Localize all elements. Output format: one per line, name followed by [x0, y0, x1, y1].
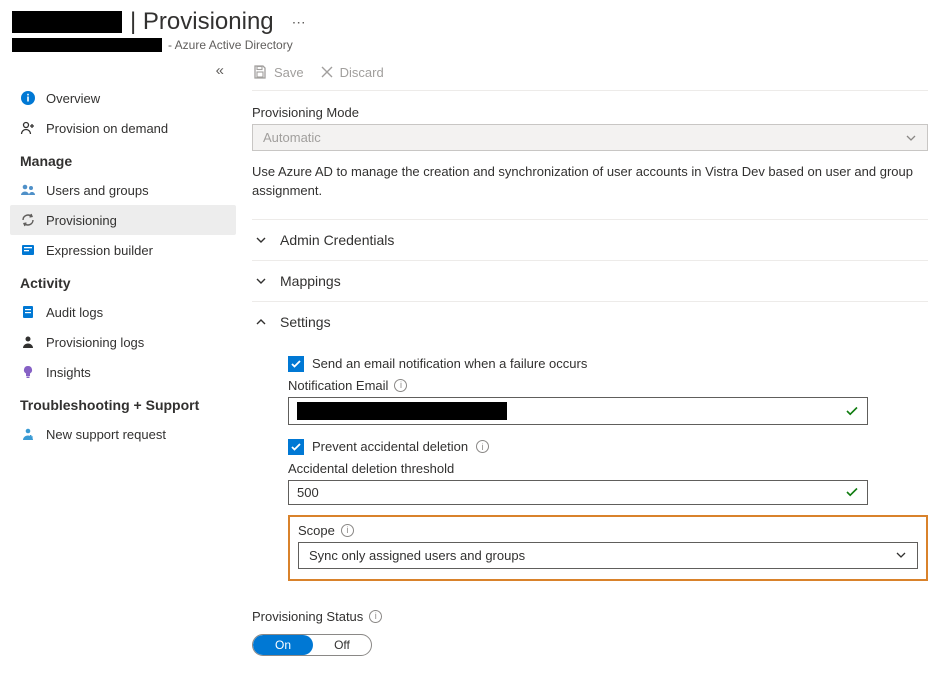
- chevron-down-icon: [254, 275, 268, 287]
- info-icon[interactable]: i: [341, 524, 354, 537]
- sidebar-item-insights[interactable]: Insights: [10, 357, 236, 387]
- insights-icon: [20, 364, 36, 380]
- info-icon: [20, 90, 36, 106]
- provisioning-mode-label: Provisioning Mode: [252, 105, 928, 120]
- sidebar-heading-activity: Activity: [10, 265, 236, 297]
- sidebar-item-provisioning-logs[interactable]: Provisioning logs: [10, 327, 236, 357]
- sidebar-item-audit-logs[interactable]: Audit logs: [10, 297, 236, 327]
- settings-body: Send an email notification when a failur…: [252, 342, 928, 593]
- discard-label: Discard: [340, 65, 384, 80]
- main-content: Save Discard Provisioning Mode Automatic…: [240, 58, 940, 676]
- sidebar: « Overview Provision on demand Manage Us…: [0, 58, 240, 676]
- info-icon[interactable]: i: [394, 379, 407, 392]
- sidebar-item-label: Audit logs: [46, 305, 103, 320]
- section-title: Settings: [280, 314, 331, 330]
- scope-value: Sync only assigned users and groups: [309, 548, 525, 563]
- chevron-down-icon: [895, 549, 907, 561]
- audit-icon: [20, 304, 36, 320]
- section-title: Mappings: [280, 273, 341, 289]
- chevron-up-icon: [254, 316, 268, 328]
- section-admin-credentials[interactable]: Admin Credentials: [252, 219, 928, 260]
- breadcrumb: - Azure Active Directory: [168, 38, 293, 52]
- scope-label: Scope: [298, 523, 335, 538]
- threshold-value: 500: [297, 485, 319, 500]
- page-title: | Provisioning: [130, 8, 274, 36]
- sidebar-item-label: Provisioning: [46, 213, 117, 228]
- provisioning-status-label: Provisioning Status: [252, 609, 363, 624]
- chevron-down-icon: [254, 234, 268, 246]
- log-icon: [20, 334, 36, 350]
- sidebar-heading-manage: Manage: [10, 143, 236, 175]
- redacted-tenant-name: [12, 38, 162, 52]
- threshold-input[interactable]: 500: [288, 480, 868, 505]
- sidebar-item-provisioning[interactable]: Provisioning: [10, 205, 236, 235]
- sidebar-item-new-support-request[interactable]: New support request: [10, 419, 236, 449]
- info-icon[interactable]: i: [369, 610, 382, 623]
- section-settings[interactable]: Settings: [252, 301, 928, 342]
- close-icon: [320, 65, 334, 79]
- section-title: Admin Credentials: [280, 232, 394, 248]
- support-icon: [20, 426, 36, 442]
- redacted-email-value: [297, 402, 507, 420]
- provisioning-status-toggle[interactable]: On Off: [252, 634, 372, 656]
- sidebar-item-label: New support request: [46, 427, 166, 442]
- scope-highlight: Scope i Sync only assigned users and gro…: [288, 515, 928, 581]
- sidebar-item-expression-builder[interactable]: Expression builder: [10, 235, 236, 265]
- prevent-delete-label: Prevent accidental deletion: [312, 439, 468, 454]
- section-mappings[interactable]: Mappings: [252, 260, 928, 301]
- provisioning-mode-select[interactable]: Automatic: [252, 124, 928, 151]
- person-plus-icon: [20, 120, 36, 136]
- sidebar-item-provision-on-demand[interactable]: Provision on demand: [10, 113, 236, 143]
- sidebar-item-label: Users and groups: [46, 183, 149, 198]
- sidebar-item-label: Provisioning logs: [46, 335, 144, 350]
- scope-select[interactable]: Sync only assigned users and groups: [298, 542, 918, 569]
- sync-icon: [20, 212, 36, 228]
- sidebar-heading-troubleshoot: Troubleshooting + Support: [10, 387, 236, 419]
- builder-icon: [20, 242, 36, 258]
- save-icon: [252, 64, 268, 80]
- send-email-label: Send an email notification when a failur…: [312, 356, 587, 371]
- more-actions-icon[interactable]: ⋯: [292, 14, 306, 31]
- prevent-delete-checkbox[interactable]: [288, 439, 304, 455]
- send-email-checkbox[interactable]: [288, 356, 304, 372]
- collapse-sidebar-icon[interactable]: «: [10, 62, 236, 83]
- chevron-down-icon: [905, 132, 917, 144]
- redacted-app-name: [12, 11, 122, 33]
- sidebar-item-label: Insights: [46, 365, 91, 380]
- sidebar-item-label: Provision on demand: [46, 121, 168, 136]
- toggle-on: On: [253, 635, 313, 655]
- discard-button[interactable]: Discard: [320, 65, 384, 80]
- sidebar-item-overview[interactable]: Overview: [10, 83, 236, 113]
- sidebar-item-label: Overview: [46, 91, 100, 106]
- users-icon: [20, 182, 36, 198]
- toolbar: Save Discard: [252, 58, 928, 91]
- threshold-label: Accidental deletion threshold: [288, 461, 454, 476]
- notification-email-label: Notification Email: [288, 378, 388, 393]
- notification-email-input[interactable]: [288, 397, 868, 425]
- valid-check-icon: [845, 404, 859, 418]
- toggle-off: Off: [313, 635, 371, 655]
- select-value: Automatic: [263, 130, 321, 145]
- info-icon[interactable]: i: [476, 440, 489, 453]
- sidebar-item-users-groups[interactable]: Users and groups: [10, 175, 236, 205]
- page-header: | Provisioning ⋯ - Azure Active Director…: [0, 0, 940, 58]
- valid-check-icon: [845, 485, 859, 499]
- sidebar-item-label: Expression builder: [46, 243, 153, 258]
- save-label: Save: [274, 65, 304, 80]
- save-button[interactable]: Save: [252, 64, 304, 80]
- provisioning-description: Use Azure AD to manage the creation and …: [252, 163, 928, 201]
